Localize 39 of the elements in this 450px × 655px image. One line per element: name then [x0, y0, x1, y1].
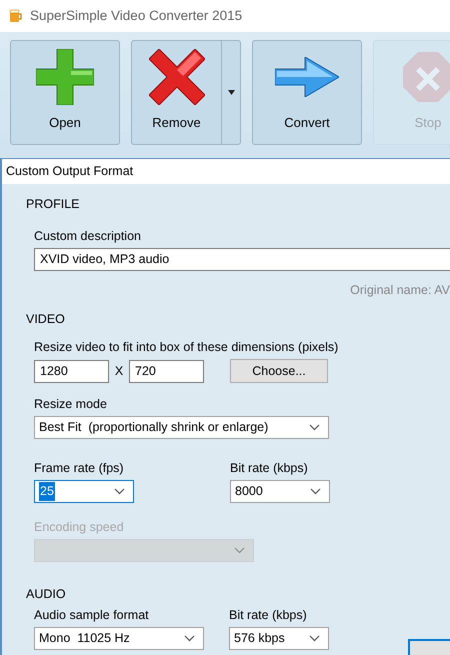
original-name: Original name: AV	[350, 282, 450, 297]
field-label: Bit rate (kbps)	[230, 460, 309, 476]
sample-format-select[interactable]: Mono 11025 Hz	[34, 627, 204, 650]
field-label: Custom description	[34, 228, 142, 244]
chevron-down-icon	[234, 547, 245, 554]
plus-icon	[36, 49, 94, 105]
toolbar-button[interactable]: Remove	[131, 40, 241, 145]
chevron-down-icon	[184, 635, 195, 642]
frame-rate-select[interactable]: 25	[34, 480, 134, 503]
app-icon	[9, 9, 23, 23]
caret-icon	[228, 90, 234, 95]
section-heading: VIDEO	[26, 311, 66, 327]
section-heading: PROFILE	[26, 196, 80, 212]
field-label: Frame rate (fps)	[34, 460, 125, 476]
toolbar-button[interactable]: Open	[10, 40, 120, 145]
field-label: Resize video to fit into box of these dimensions (pixels)	[34, 339, 340, 355]
audio-bit-rate-select[interactable]: 576 kbps	[229, 627, 329, 650]
resize-mode-select[interactable]: Best Fit (proportionally shrink or enlarge)	[34, 416, 329, 439]
dialog-title: Custom Output Format	[6, 163, 134, 180]
chevron-down-icon	[309, 635, 320, 642]
window-title: SuperSimple Video Converter 2015	[30, 6, 242, 25]
toolbar-button[interactable]: Convert	[252, 40, 362, 145]
description-field[interactable]: XVID video, MP3 audio	[34, 248, 450, 271]
field-label: Audio sample format	[34, 607, 150, 623]
field-label: Bit rate (kbps)	[229, 607, 308, 623]
height-field[interactable]: 720	[129, 360, 204, 382]
field-label: Encoding speed	[34, 519, 125, 535]
section-heading: AUDIO	[26, 586, 67, 602]
cross-icon	[148, 49, 204, 105]
chevron-down-icon	[114, 488, 125, 495]
arrow-icon	[275, 57, 339, 97]
stop-icon	[403, 52, 450, 102]
field-label: Resize mode	[34, 396, 108, 412]
width-field[interactable]: 1280	[34, 360, 109, 382]
chevron-down-icon	[309, 424, 320, 431]
bit-rate-select[interactable]: 8000	[230, 480, 330, 503]
dimension-separator: X	[114, 362, 124, 380]
choose-button[interactable]: Choose...	[230, 359, 328, 383]
chevron-down-icon	[310, 488, 321, 495]
